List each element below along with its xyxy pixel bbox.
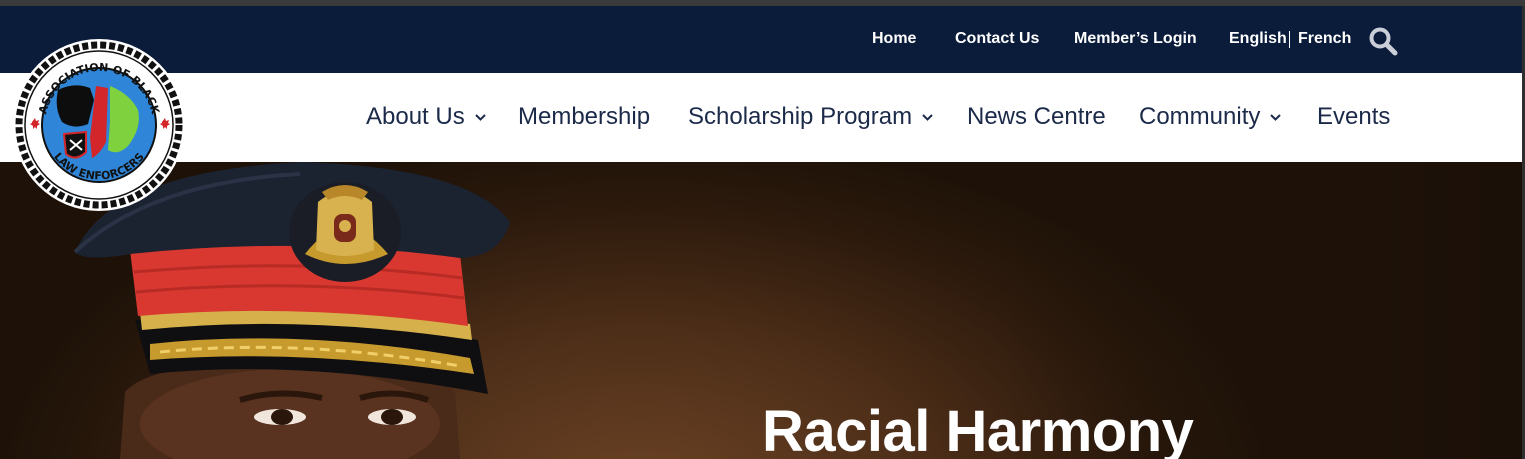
nav-item-about-us[interactable]: About Us [366,103,487,131]
hero-title: Racial Harmony [762,399,1194,459]
main-navigation: About Us Membership Scholarship Program … [0,73,1522,162]
nav-item-label: Community [1139,103,1261,130]
nav-item-scholarship-program[interactable]: Scholarship Program [688,103,934,131]
nav-item-label: News Centre [967,103,1106,130]
nav-item-membership[interactable]: Membership [518,103,650,131]
language-english-link[interactable]: English [1229,30,1287,48]
hero-banner: Racial Harmony [0,162,1522,459]
site-logo[interactable]: ASSOCIATION OF BLACK LAW ENFORCERS [12,38,186,212]
nav-item-label: Scholarship Program [688,103,913,130]
members-login-link[interactable]: Member’s Login [1074,30,1197,48]
nav-item-events[interactable]: Events [1317,103,1390,131]
chevron-down-icon [922,114,933,121]
contact-us-link[interactable]: Contact Us [955,30,1039,48]
nav-item-label: About Us [366,103,465,130]
nav-item-label: Membership [518,103,651,130]
nav-item-label: Events [1317,103,1391,130]
nav-item-community[interactable]: Community [1139,103,1282,131]
nav-item-news-centre[interactable]: News Centre [967,103,1106,131]
search-icon[interactable] [1368,26,1398,56]
language-french-link[interactable]: French [1298,30,1351,48]
chevron-down-icon [1270,114,1282,121]
utility-bar: Home Contact Us Member’s Login English F… [0,6,1522,73]
chevron-down-icon [475,114,486,121]
home-link[interactable]: Home [872,30,916,48]
language-separator [1289,31,1290,48]
